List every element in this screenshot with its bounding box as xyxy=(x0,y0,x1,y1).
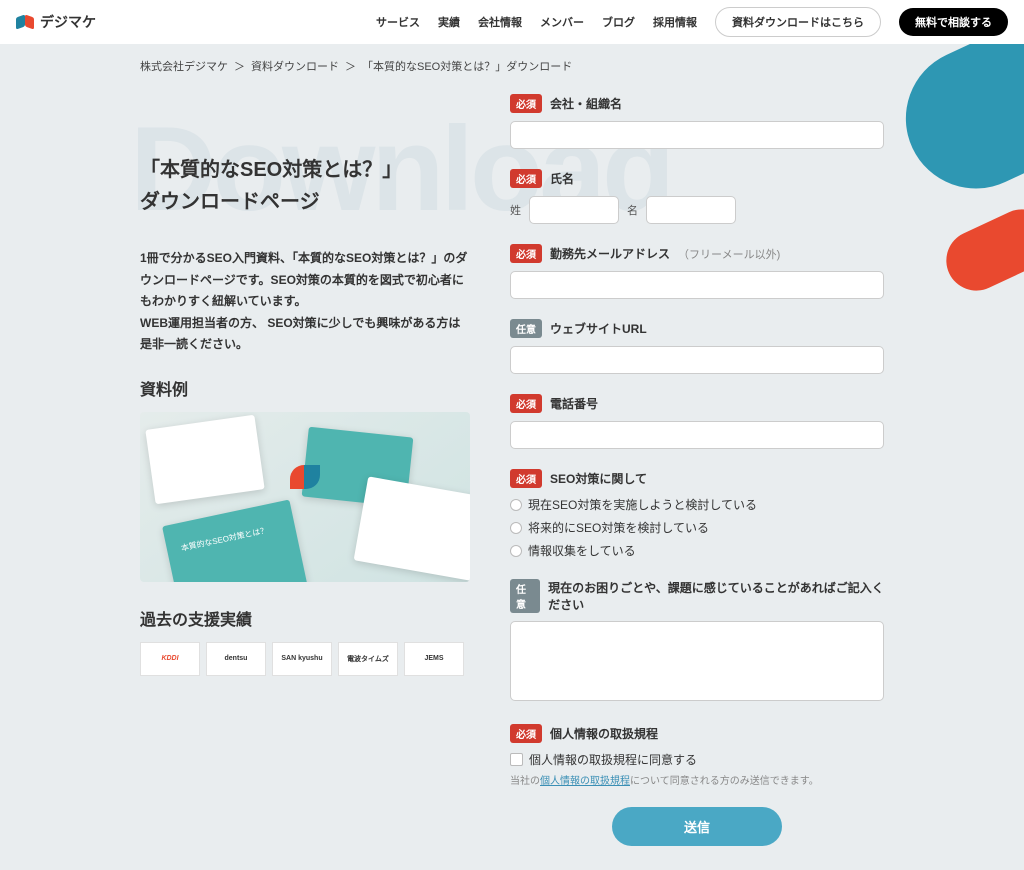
bc-home[interactable]: 株式会社デジマケ xyxy=(140,58,228,74)
cta-consult-button[interactable]: 無料で相談する xyxy=(899,8,1008,36)
privacy-check-label: 個人情報の取扱規程に同意する xyxy=(529,751,697,768)
required-badge: 必須 xyxy=(510,724,542,743)
group-seo: 必須 SEO対策に関して 現在SEO対策を実施しようと検討している 将来的にSE… xyxy=(510,469,884,559)
nav-members[interactable]: メンバー xyxy=(540,14,584,30)
radio-icon xyxy=(510,522,522,534)
group-website: 任意 ウェブサイトURL xyxy=(510,319,884,374)
site-header: デジマケ サービス 実績 会社情報 メンバー ブログ 採用情報 資料ダウンロード… xyxy=(0,0,1024,44)
label-seo: SEO対策に関して xyxy=(550,470,647,487)
email-input[interactable] xyxy=(510,271,884,299)
required-badge: 必須 xyxy=(510,94,542,113)
brand-logo[interactable]: デジマケ xyxy=(16,12,96,32)
firstname-input[interactable] xyxy=(646,196,736,224)
label-company: 会社・組織名 xyxy=(550,95,622,112)
hint-email: （フリーメール以外) xyxy=(678,246,780,262)
bc-sep: ＞ xyxy=(345,58,356,74)
nav-service[interactable]: サービス xyxy=(376,14,420,30)
group-name: 必須 氏名 姓 名 xyxy=(510,169,884,224)
page-title: 「本質的なSEO対策とは？」 ダウンロードページ xyxy=(140,154,470,218)
privacy-fineprint: 当社の個人情報の取扱規程について同意される方のみ送信できます。 xyxy=(510,772,884,787)
seo-option-2[interactable]: 将来的にSEO対策を検討している xyxy=(510,519,884,536)
main-nav: サービス 実績 会社情報 メンバー ブログ 採用情報 資料ダウンロードはこちら … xyxy=(376,7,1008,37)
logo-kddi: KDDI xyxy=(140,642,200,676)
seo-option-3[interactable]: 情報収集をしている xyxy=(510,542,884,559)
radio-icon xyxy=(510,545,522,557)
bc-sep: ＞ xyxy=(234,58,245,74)
seo-option-1[interactable]: 現在SEO対策を実施しようと検討している xyxy=(510,496,884,513)
cta-download-button[interactable]: 資料ダウンロードはこちら xyxy=(715,7,881,37)
logo-denpa: 電波タイムズ xyxy=(338,642,398,676)
client-logos: KDDI dentsu SAN kyushu 電波タイムズ JEMS xyxy=(140,642,470,676)
required-badge: 必須 xyxy=(510,244,542,263)
group-email: 必須 勤務先メールアドレス （フリーメール以外) xyxy=(510,244,884,299)
group-privacy: 必須 個人情報の取扱規程 個人情報の取扱規程に同意する 当社の個人情報の取扱規程… xyxy=(510,724,884,787)
label-mei: 名 xyxy=(627,202,638,218)
label-website: ウェブサイトURL xyxy=(550,320,647,337)
seo-option-3-label: 情報収集をしている xyxy=(528,542,636,559)
required-badge: 必須 xyxy=(510,469,542,488)
group-issue: 任意 現在のお困りごとや、課題に感じていることがあればご記入ください xyxy=(510,579,884,704)
left-column: 「本質的なSEO対策とは？」 ダウンロードページ 1冊で分かるSEO入門資料、「… xyxy=(140,94,470,846)
seo-option-2-label: 将来的にSEO対策を検討している xyxy=(528,519,709,536)
checkbox-icon xyxy=(510,753,523,766)
bc-current: 「本質的なSEO対策とは？」ダウンロード xyxy=(362,58,572,74)
nav-company[interactable]: 会社情報 xyxy=(478,14,522,30)
nav-blog[interactable]: ブログ xyxy=(602,14,635,30)
seo-option-1-label: 現在SEO対策を実施しようと検討している xyxy=(528,496,757,513)
logo-dentsu: dentsu xyxy=(206,642,266,676)
label-email: 勤務先メールアドレス xyxy=(550,245,670,262)
title-line1: 「本質的なSEO対策とは？」 xyxy=(140,159,402,181)
subhead-clients: 過去の支援実績 xyxy=(140,606,470,630)
phone-input[interactable] xyxy=(510,421,884,449)
privacy-link[interactable]: 個人情報の取扱規程 xyxy=(540,776,630,787)
label-sei: 姓 xyxy=(510,202,521,218)
group-company: 必須 会社・組織名 xyxy=(510,94,884,149)
fine-pre: 当社の xyxy=(510,776,540,787)
brand-name: デジマケ xyxy=(40,12,96,32)
issue-textarea[interactable] xyxy=(510,621,884,701)
label-name: 氏名 xyxy=(550,170,574,187)
lastname-input[interactable] xyxy=(529,196,619,224)
logo-jems: JEMS xyxy=(404,642,464,676)
bc-downloads[interactable]: 資料ダウンロード xyxy=(251,58,339,74)
nav-recruit[interactable]: 採用情報 xyxy=(653,14,697,30)
privacy-checkbox-row[interactable]: 個人情報の取扱規程に同意する xyxy=(510,751,884,768)
label-phone: 電話番号 xyxy=(550,395,598,412)
company-input[interactable] xyxy=(510,121,884,149)
radio-icon xyxy=(510,499,522,511)
page-description: 1冊で分かるSEO入門資料、「本質的なSEO対策とは？」のダウンロードページです… xyxy=(140,248,470,356)
website-input[interactable] xyxy=(510,346,884,374)
label-issue: 現在のお困りごとや、課題に感じていることがあればご記入ください xyxy=(548,579,884,613)
required-badge: 必須 xyxy=(510,394,542,413)
logo-san: SAN kyushu xyxy=(272,642,332,676)
submit-button[interactable]: 送信 xyxy=(612,807,782,846)
form-column: 必須 会社・組織名 必須 氏名 姓 名 必須 勤務先メールアドレス （フリーメー… xyxy=(510,94,884,846)
sample-image xyxy=(140,412,470,582)
title-line2: ダウンロードページ xyxy=(140,191,320,213)
brand-logo-icon xyxy=(16,13,34,31)
label-privacy: 個人情報の取扱規程 xyxy=(550,725,658,742)
subhead-sample: 資料例 xyxy=(140,376,470,400)
fine-post: について同意される方のみ送信できます。 xyxy=(630,776,819,787)
breadcrumb: 株式会社デジマケ ＞ 資料ダウンロード ＞ 「本質的なSEO対策とは？」ダウンロ… xyxy=(0,44,1024,74)
nav-works[interactable]: 実績 xyxy=(438,14,460,30)
optional-badge: 任意 xyxy=(510,319,542,338)
optional-badge: 任意 xyxy=(510,579,540,613)
group-phone: 必須 電話番号 xyxy=(510,394,884,449)
required-badge: 必須 xyxy=(510,169,542,188)
